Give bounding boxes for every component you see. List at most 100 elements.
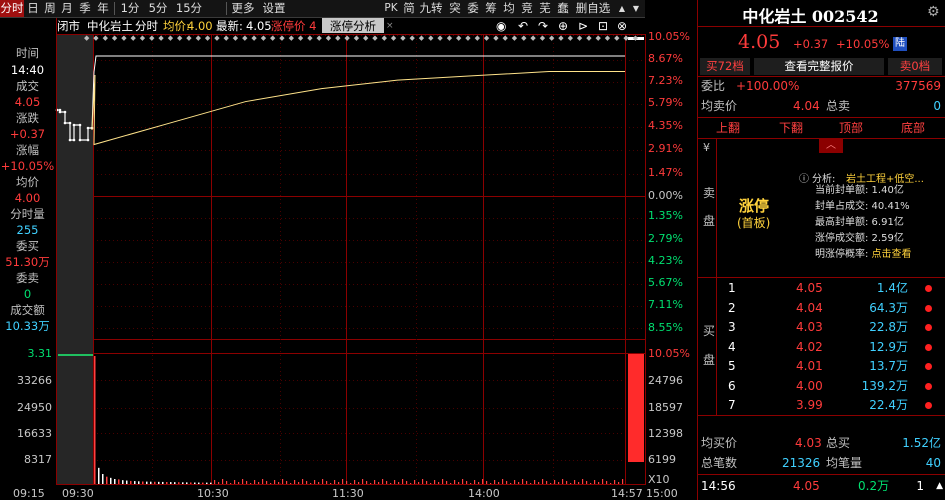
volume-bar	[246, 481, 248, 484]
intraday-chart[interactable]	[0, 0, 697, 500]
undo-icon[interactable]: ↶	[518, 18, 528, 34]
buy-order-row[interactable]: 7 3.99 22.4万	[698, 396, 945, 415]
time-axis-label: 10:30	[197, 487, 229, 500]
volume-bar	[166, 481, 168, 484]
volume-bar	[194, 482, 196, 484]
volume-bar	[114, 478, 116, 484]
volume-bar	[454, 480, 456, 484]
event-marker-icon: ◆	[130, 34, 136, 42]
minute-volume-label: 分时量	[10, 207, 45, 221]
time-axis-label: 15:00	[646, 487, 678, 500]
analysis-tab-close-icon[interactable]: ×	[386, 18, 394, 34]
volume-bar	[282, 479, 284, 484]
volume-bar	[186, 482, 188, 484]
event-marker-icon: ◆	[93, 34, 99, 42]
volume-bar	[622, 479, 624, 484]
event-marker-icon: ◆	[242, 34, 248, 42]
order-level: 3	[728, 320, 736, 334]
event-marker-icon: ◆	[381, 34, 387, 42]
bottom-button[interactable]: 底部	[901, 119, 925, 137]
buy-order-row[interactable]: 6 4.00 139.2万	[698, 377, 945, 396]
total-buy-value: 1.52亿	[902, 436, 941, 450]
volume-bar	[134, 481, 136, 484]
volume-bar	[238, 482, 240, 484]
volume-bar	[158, 481, 160, 484]
avg-sell-value: 4.04	[793, 99, 820, 113]
volume-bar	[334, 480, 336, 484]
order-price: 3.99	[796, 398, 823, 412]
event-marker-icon: ◆	[428, 34, 434, 42]
volume-axis-right-label: 24796	[648, 374, 683, 387]
volume-bar	[250, 483, 252, 484]
deal-value: 4.05	[14, 95, 41, 109]
full-quote-button[interactable]: 查看完整报价	[754, 58, 884, 75]
volume-bar	[526, 481, 528, 484]
volume-bar	[434, 480, 436, 484]
event-marker-icon: ◆	[502, 34, 508, 42]
event-marker-icon: ◆	[400, 34, 406, 42]
chart-settings-icon[interactable]: ⊡	[598, 18, 608, 34]
tick-scroll-icon[interactable]: ▲	[936, 477, 943, 495]
close-icon[interactable]: ⊗	[617, 18, 627, 34]
redo-icon[interactable]: ↷	[538, 18, 548, 34]
event-marker-icon: ◆	[446, 34, 453, 42]
collapse-chevron-icon[interactable]: ︿	[819, 139, 843, 153]
limit-stat-row: 当前封单额: 1.40亿	[815, 184, 945, 198]
volume-bar	[306, 481, 308, 484]
volume-axis-left-label: 16633	[17, 427, 52, 440]
volume-bar	[122, 480, 124, 484]
auction-point	[68, 121, 72, 125]
change-label: 涨跌	[16, 111, 39, 125]
event-marker-icon: ◆	[214, 34, 220, 42]
top-button[interactable]: 顶部	[839, 119, 863, 137]
minute-volume-value: 255	[16, 223, 39, 237]
buy-order-row[interactable]: 4 4.02 12.9万	[698, 338, 945, 357]
volume-bar	[482, 479, 484, 484]
order-price: 4.05	[796, 281, 823, 295]
volume-bar	[102, 473, 104, 484]
limit-analysis-tab[interactable]: 涨停分析	[322, 18, 384, 33]
order-level: 6	[728, 378, 736, 393]
price-lines	[55, 55, 625, 146]
volume-bar	[258, 482, 260, 484]
buy-order-row[interactable]: 2 4.04 64.3万	[698, 299, 945, 318]
order-level: 7	[728, 398, 736, 412]
limit-stat-value: 6.91亿	[868, 217, 904, 228]
event-marker-icon: ◆	[102, 34, 108, 42]
volume-bar	[110, 477, 112, 484]
event-marker-icon: ◆	[372, 34, 378, 42]
add-icon[interactable]: ⊕	[558, 18, 568, 34]
settings-gear-icon[interactable]: ⚙	[927, 4, 940, 20]
limit-stat-value[interactable]: 点击查看	[868, 249, 912, 260]
volume-axis-left-label: 33266	[17, 374, 52, 387]
order-price: 4.03	[796, 320, 823, 334]
event-marker-icon: ◆	[177, 34, 183, 42]
analysis-value[interactable]: 岩土工程+低空...	[846, 170, 924, 185]
volume-bar	[486, 481, 488, 484]
volume-bar	[566, 481, 568, 484]
volume-bar	[462, 479, 464, 484]
sell-levels-button[interactable]: 卖0档	[888, 58, 942, 75]
buy-order-row[interactable]: 3 4.03 22.8万	[698, 318, 945, 337]
buy-levels-button[interactable]: 买72档	[700, 58, 750, 75]
event-marker-icon: ◆	[465, 34, 471, 42]
play-icon[interactable]: ⊳	[578, 18, 588, 34]
limit-up-title: 涨停	[739, 197, 770, 215]
eye-icon[interactable]: ◉	[496, 18, 506, 34]
volume-bar	[294, 480, 296, 484]
avg-sell-label: 均卖价	[701, 99, 738, 113]
volume-bar	[286, 481, 288, 484]
event-marker-icon: ◆	[232, 34, 239, 42]
volume-bar	[542, 479, 544, 484]
buy-order-row[interactable]: 1 4.05 1.4亿	[698, 279, 945, 298]
event-marker-icon: ◆	[139, 34, 146, 42]
order-dot-icon	[925, 402, 932, 409]
avg-lot-label: 均笔量	[826, 456, 863, 470]
limit-volume-bar	[628, 354, 644, 462]
page-down-button[interactable]: 下翻	[779, 119, 803, 137]
buy-order-row[interactable]: 5 4.01 13.7万	[698, 357, 945, 376]
event-marker-icon: ◆	[595, 34, 601, 42]
page-up-button[interactable]: 上翻	[716, 119, 740, 137]
event-marker-icon: ◆	[260, 34, 267, 42]
volume-bar	[234, 480, 236, 484]
